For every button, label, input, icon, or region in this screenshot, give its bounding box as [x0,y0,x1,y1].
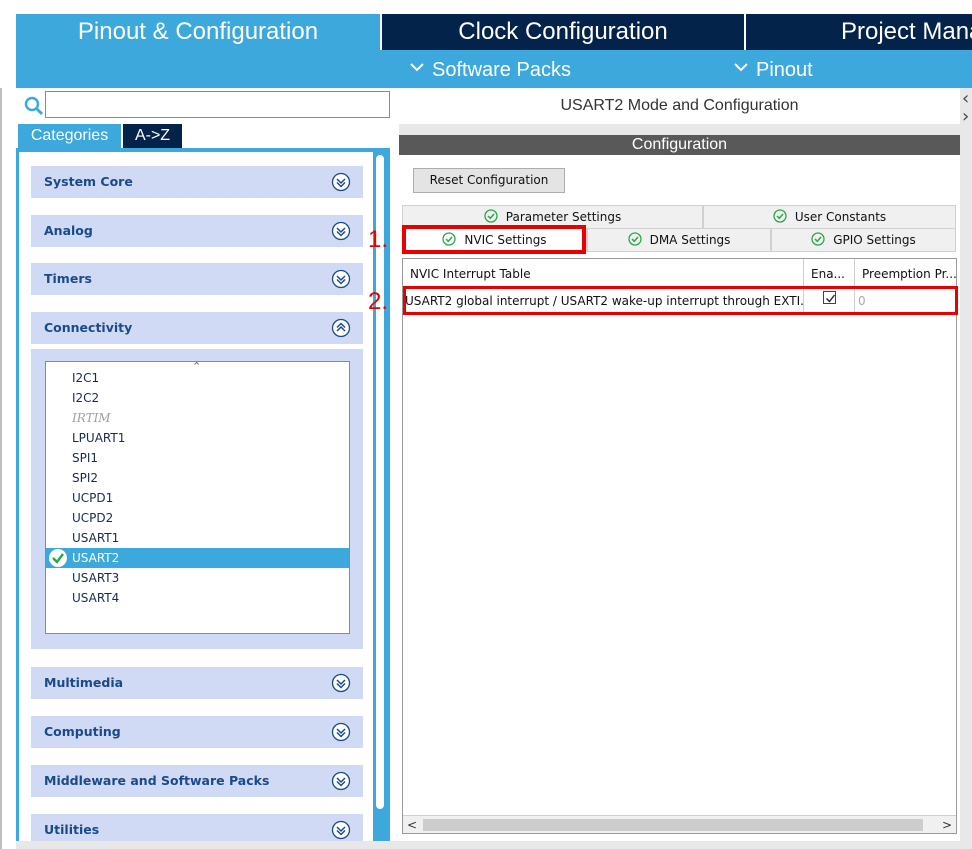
tab-label: Parameter Settings [505,210,622,224]
collapse-chevron-icon[interactable] [331,318,351,338]
configuration-header: Configuration [399,135,960,155]
check-circle-icon [627,232,642,246]
scroll-right-button[interactable]: > [938,816,956,833]
window-edge [0,88,2,849]
tab-gpio-settings[interactable]: GPIO Settings [771,228,956,252]
tab-label: GPIO Settings [833,233,916,247]
check-circle-icon [811,232,825,246]
list-item-lpuart1[interactable]: LPUART1 [46,428,349,448]
category-system-core[interactable]: System Core [31,166,363,198]
category-multimedia[interactable]: Multimedia [31,667,363,699]
horizontal-scrollbar[interactable]: < > [403,815,956,833]
list-item-i2c2[interactable]: I2C2 [46,388,349,408]
check-circle-icon [484,209,498,223]
interrupt-name-cell[interactable]: USART2 global interrupt / USART2 wake-up… [403,289,804,313]
expand-chevron-icon[interactable] [331,820,351,840]
category-label: Multimedia [44,675,124,690]
category-label: Computing [44,724,121,739]
tab-pinout-configuration[interactable]: Pinout & Configuration [16,14,380,54]
category-label: Timers [44,271,92,286]
category-connectivity[interactable]: Connectivity [31,312,363,344]
expand-chevron-icon[interactable] [331,722,351,742]
categories-list: System Core Analog Timers Connectivity ⌃… [19,152,373,842]
list-item-ucpd1[interactable]: UCPD1 [46,488,349,508]
tab-nvic-settings[interactable]: NVIC Settings [402,228,587,252]
tab-label: DMA Settings [649,233,731,247]
list-item-usart2[interactable]: USART2 [46,548,349,568]
pinout-menu[interactable]: Pinout [734,58,813,82]
checkmark-icon [825,294,835,303]
category-middleware[interactable]: Middleware and Software Packs [31,765,363,797]
list-item-irtim[interactable]: IRTIM [46,408,349,428]
scrollbar-thumb[interactable] [423,819,923,831]
check-circle-icon [49,549,67,567]
software-packs-label: Software Packs [432,59,571,81]
annotation-marker-1: 1. [368,226,389,253]
category-computing[interactable]: Computing [31,716,363,748]
list-item-i2c1[interactable]: I2C1 [46,368,349,388]
category-utilities[interactable]: Utilities [31,814,363,842]
tab-dma-settings[interactable]: DMA Settings [587,228,771,252]
nvic-interrupt-table: NVIC Interrupt Table Ena... Preemption P… [402,258,957,834]
enabled-cell[interactable] [804,289,855,313]
chevron-down-icon [734,63,748,72]
expand-chevron-icon[interactable] [331,673,351,693]
list-item-spi2[interactable]: SPI2 [46,468,349,488]
list-item-ucpd2[interactable]: UCPD2 [46,508,349,528]
categories-panel: Categories A->Z System Core Analog Timer… [16,88,390,849]
mode-configuration-panel: USART2 Mode and Configuration ‹ › Configu… [399,88,972,849]
tab-label: NVIC Settings [464,233,547,247]
column-header-preemption[interactable]: Preemption Pr... [855,259,956,289]
tab-parameter-settings[interactable]: Parameter Settings [402,205,703,229]
category-label: System Core [44,174,133,189]
reset-configuration-button[interactable]: Reset Configuration [413,168,565,193]
category-label: Analog [44,223,93,238]
list-item-spi1[interactable]: SPI1 [46,448,349,468]
categories-frame: System Core Analog Timers Connectivity ⌃… [16,148,390,849]
software-packs-menu[interactable]: Software Packs [410,58,571,82]
preemption-priority-cell[interactable]: 0 [855,289,956,313]
check-circle-icon [442,232,457,246]
tab-categories[interactable]: Categories [18,124,121,148]
list-item-usart4[interactable]: USART4 [46,588,349,608]
tab-project-manager[interactable]: Project Mana [746,14,972,50]
scroll-left-button[interactable]: < [403,816,421,833]
category-label: Middleware and Software Packs [44,773,270,788]
sub-menu-bar: Software Packs Pinout [16,50,972,88]
category-label: Utilities [44,822,100,837]
check-circle-icon [773,209,787,223]
connectivity-peripheral-list: ⌃ I2C1 I2C2 IRTIM LPUART1 SPI1 SPI2 UCPD… [45,360,350,634]
chevron-down-icon [410,63,424,72]
search-icon[interactable] [24,96,44,116]
list-item-label: USART2 [72,551,120,565]
tab-label: User Constants [794,210,887,224]
list-item-usart3[interactable]: USART3 [46,568,349,588]
bottom-border [16,841,972,849]
tab-clock-configuration[interactable]: Clock Configuration [382,14,744,50]
mode-configuration-title: USART2 Mode and Configuration [399,88,960,124]
tab-a-to-z[interactable]: A->Z [123,124,182,148]
expand-chevron-icon[interactable] [331,172,351,192]
enable-checkbox[interactable] [822,291,836,304]
category-analog[interactable]: Analog [31,215,363,247]
column-header-enabled[interactable]: Ena... [804,259,855,289]
expand-chevron-icon[interactable] [331,771,351,791]
category-timers[interactable]: Timers [31,263,363,295]
expand-chevron-icon[interactable] [331,269,351,289]
tab-user-constants[interactable]: User Constants [703,205,956,229]
list-item-usart1[interactable]: USART1 [46,528,349,548]
connectivity-panel: ⌃ I2C1 I2C2 IRTIM LPUART1 SPI1 SPI2 UCPD… [31,349,363,649]
configuration-body: Reset Configuration Parameter Settings U… [399,155,960,841]
search-input[interactable] [45,91,390,118]
annotation-marker-2: 2. [368,288,389,315]
column-header-interrupt[interactable]: NVIC Interrupt Table [403,259,804,289]
expand-chevron-icon[interactable] [331,221,351,241]
collapse-panel-icon[interactable]: ‹ › [962,90,972,130]
pinout-label: Pinout [756,59,813,81]
category-label: Connectivity [44,320,133,335]
